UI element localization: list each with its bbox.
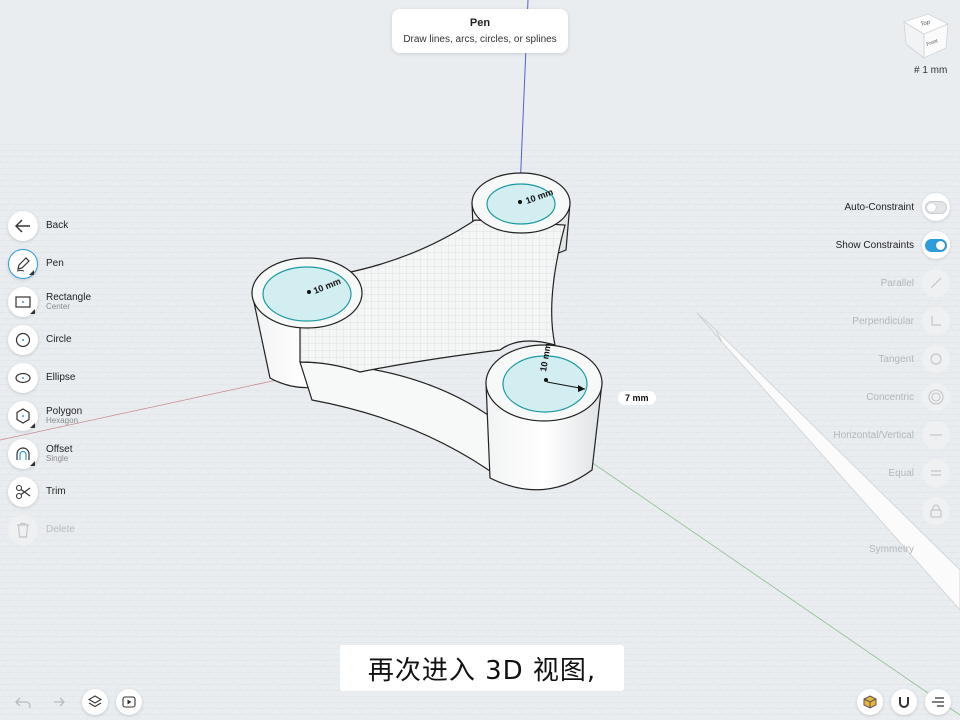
circle-icon xyxy=(8,325,38,355)
cube-icon xyxy=(863,695,877,709)
horizontal-vertical-icon xyxy=(922,421,950,449)
constraint-equal-label: Equal xyxy=(888,467,914,479)
tool-offset[interactable]: Offset Single xyxy=(8,438,138,470)
redo-button[interactable] xyxy=(44,689,70,715)
tool-back-label: Back xyxy=(46,219,69,231)
constraint-horizontal-vertical[interactable]: Horizontal/Vertical xyxy=(810,421,950,449)
show-constraints-toggle[interactable] xyxy=(925,238,947,252)
menu-button[interactable] xyxy=(925,689,951,715)
auto-constraint-row[interactable]: Auto-Constraint xyxy=(845,193,950,221)
subtitle-caption: 再次进入 3D 视图, xyxy=(340,645,624,691)
constraint-symmetry-label: Symmetry xyxy=(869,543,914,555)
solid-view-button[interactable] xyxy=(857,689,883,715)
tool-delete-label: Delete xyxy=(46,523,75,535)
trash-icon xyxy=(8,515,38,545)
tool-circle[interactable]: Circle xyxy=(8,324,138,356)
tool-pen[interactable]: Pen xyxy=(8,248,138,280)
scissors-icon xyxy=(8,477,38,507)
back-arrow-icon xyxy=(8,211,38,241)
play-icon xyxy=(122,696,136,708)
3d-viewport[interactable]: 10 mm 10 mm 10 mm 7 mm xyxy=(0,0,960,720)
constraint-perpendicular[interactable]: Perpendicular xyxy=(852,307,950,335)
tool-back[interactable]: Back xyxy=(8,210,138,242)
parallel-icon xyxy=(922,269,950,297)
redo-icon xyxy=(54,697,65,707)
tool-rectangle[interactable]: Rectangle Center xyxy=(8,286,138,318)
tool-ellipse[interactable]: Ellipse xyxy=(8,362,138,394)
constraint-lock[interactable] xyxy=(922,497,950,525)
constraint-perpendicular-label: Perpendicular xyxy=(852,315,914,327)
undo-icon xyxy=(15,697,31,708)
constraint-equal[interactable]: Equal xyxy=(888,459,950,487)
equal-icon xyxy=(922,459,950,487)
constraint-tangent[interactable]: Tangent xyxy=(878,345,950,373)
tooltip-description: Draw lines, arcs, circles, or splines xyxy=(403,34,557,45)
auto-constraint-label: Auto-Constraint xyxy=(844,201,914,213)
hexagon-icon xyxy=(8,401,38,431)
constraint-horizontal-vertical-label: Horizontal/Vertical xyxy=(833,429,914,441)
undo-button[interactable] xyxy=(10,689,36,715)
tool-tooltip: Pen Draw lines, arcs, circles, or spline… xyxy=(392,9,568,53)
constraint-tangent-label: Tangent xyxy=(878,353,914,365)
tool-polygon[interactable]: Polygon Hexagon xyxy=(8,400,138,432)
auto-constraint-toggle[interactable] xyxy=(925,200,947,214)
snap-button[interactable] xyxy=(891,689,917,715)
constraint-concentric-label: Concentric xyxy=(866,391,914,403)
grid-scale-label: # 1 mm xyxy=(914,65,948,76)
show-constraints-label: Show Constraints xyxy=(835,239,914,251)
tool-circle-label: Circle xyxy=(46,333,72,345)
tool-offset-sublabel: Single xyxy=(46,454,69,464)
ellipse-icon xyxy=(8,363,38,393)
offset-icon xyxy=(8,439,38,469)
auto-constraint-toggle-wrap xyxy=(922,193,950,221)
tooltip-title: Pen xyxy=(469,17,491,29)
tool-delete[interactable]: Delete xyxy=(8,514,138,546)
tool-ellipse-label: Ellipse xyxy=(46,371,76,383)
symmetry-icon xyxy=(922,535,950,563)
tool-trim[interactable]: Trim xyxy=(8,476,138,508)
view-cube[interactable]: Top Front xyxy=(900,10,950,64)
pen-icon xyxy=(8,249,38,279)
menu-icon xyxy=(932,697,944,707)
show-constraints-toggle-wrap xyxy=(922,231,950,259)
rectangle-icon xyxy=(8,287,38,317)
constraint-parallel[interactable]: Parallel xyxy=(881,269,950,297)
lock-icon xyxy=(922,497,950,525)
tool-pen-label: Pen xyxy=(46,257,64,269)
dimension-radius-label: 7 mm xyxy=(625,393,649,403)
magnet-icon xyxy=(899,697,909,708)
layers-button[interactable] xyxy=(82,689,108,715)
tool-polygon-sublabel: Hexagon xyxy=(46,416,79,426)
tool-rectangle-sublabel: Center xyxy=(46,302,71,312)
constraint-symmetry[interactable]: Symmetry xyxy=(869,535,950,563)
tool-trim-label: Trim xyxy=(46,485,66,497)
constraint-concentric[interactable]: Concentric xyxy=(866,383,950,411)
constraint-parallel-label: Parallel xyxy=(880,277,914,289)
show-constraints-row[interactable]: Show Constraints xyxy=(836,231,950,259)
concentric-icon xyxy=(922,383,950,411)
play-button[interactable] xyxy=(116,689,142,715)
tangent-icon xyxy=(922,345,950,373)
perpendicular-icon xyxy=(922,307,950,335)
layers-icon xyxy=(88,695,102,708)
